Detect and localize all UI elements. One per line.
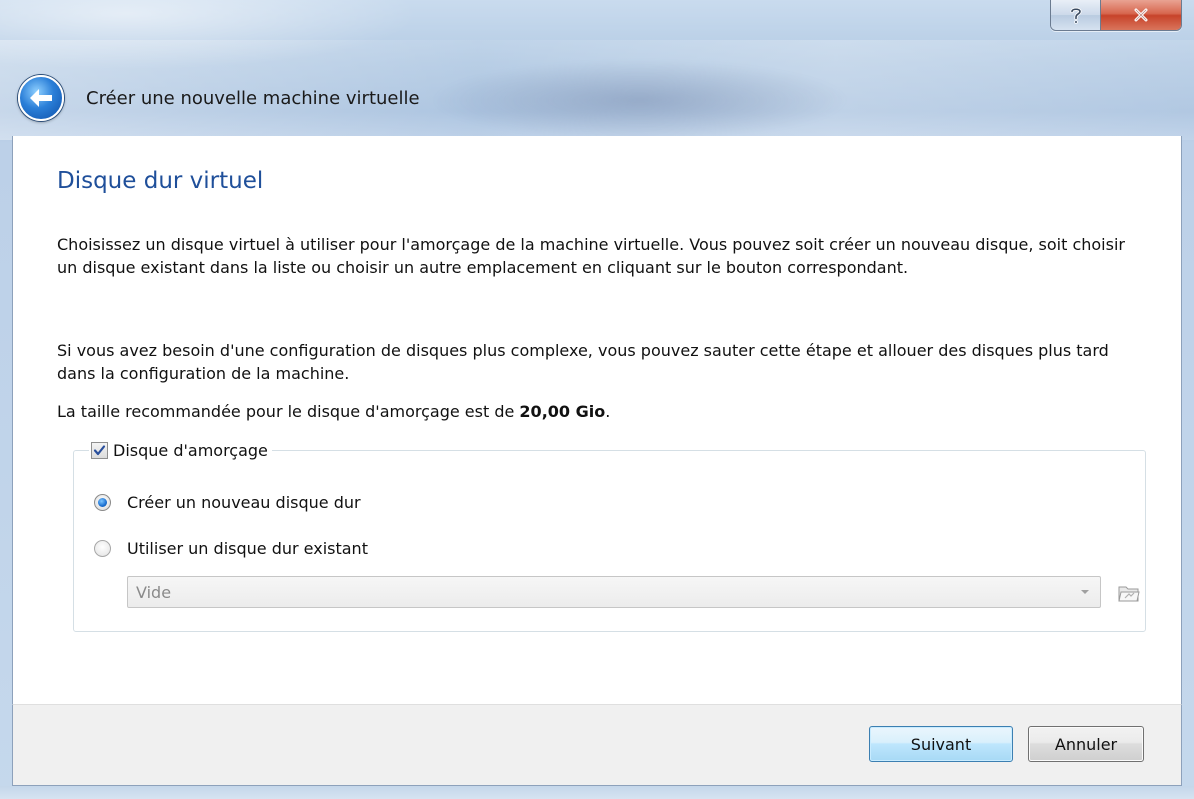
existing-disk-select-value: Vide [136,582,172,602]
wizard-header: Créer une nouvelle machine virtuelle [12,62,1182,134]
radio-create-new-disk[interactable]: Créer un nouveau disque dur [94,490,361,514]
existing-disk-select[interactable]: Vide [127,576,1101,608]
folder-browse-button[interactable] [1114,578,1144,608]
cancel-button[interactable]: Annuler [1028,726,1144,762]
boot-disk-toggle[interactable]: Disque d'amorçage [89,438,272,462]
close-x-icon [1134,8,1148,22]
help-button[interactable] [1051,0,1101,30]
wizard-title: Créer une nouvelle machine virtuelle [86,87,420,109]
advanced-note-paragraph: Si vous avez besoin d'une configuration … [57,341,1109,383]
back-arrow-icon [30,89,52,107]
radio-use-existing-disk[interactable]: Utiliser un disque dur existant [94,536,368,560]
recommended-prefix: La taille recommandée pour le disque d'a… [57,402,520,421]
close-button[interactable] [1101,0,1181,30]
recommended-suffix: . [605,402,611,421]
page-title: Disque dur virtuel [57,168,264,194]
recommended-size-value: 20,00 Gio [519,402,606,421]
radio-button-unselected[interactable] [94,539,111,557]
radio-create-label: Créer un nouveau disque dur [127,492,361,512]
next-button[interactable]: Suivant [869,726,1013,762]
question-mark-icon [1069,7,1082,24]
radio-button-selected[interactable] [94,493,111,511]
folder-browse-icon [1118,586,1140,602]
recommended-size-text: La taille recommandée pour le disque d'a… [57,400,1147,423]
radio-existing-label: Utiliser un disque dur existant [127,538,368,558]
window-bottom-border [0,786,1194,799]
caption-buttons [1050,0,1182,31]
boot-disk-label: Disque d'amorçage [113,440,268,460]
description-paragraph: Choisissez un disque virtuel à utiliser … [57,235,1125,277]
checkmark-icon [93,444,106,455]
back-button[interactable] [18,75,64,121]
boot-disk-checkbox[interactable] [91,441,108,459]
chevron-down-icon[interactable] [1070,577,1100,607]
